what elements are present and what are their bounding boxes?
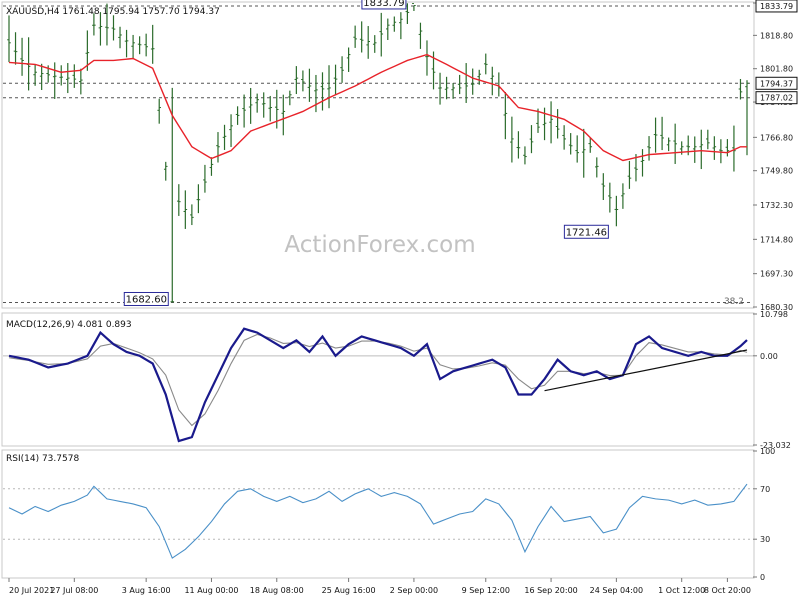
rsi-tick-label: 70 [760,485,770,494]
price-tick-label: 1766.80 [760,133,793,142]
macd-tick-label: 0.00 [760,352,778,361]
watermark: ActionForex.com [284,232,475,258]
x-tick-label: 3 Aug 16:00 [122,586,171,595]
x-tick-label: 2 Sep 00:00 [390,586,438,595]
chart-container: ActionForex.com 1833.79 1682.60 1721.46 18… [0,0,800,600]
price-tick-label: 1801.80 [760,65,793,74]
price-tag-label: 1833.79 [760,2,793,11]
price-tick-label: 1749.80 [760,167,793,176]
annotation-label: 1721.46 [566,227,607,238]
chart-svg: ActionForex.com 1833.79 1682.60 1721.46 18… [0,0,800,600]
price-tick-label: 1697.30 [760,270,793,279]
x-tick-label: 8 Oct 20:00 [704,586,751,595]
rsi-tick-label: 0 [760,573,765,582]
x-tick-label: 16 Sep 20:00 [524,586,577,595]
x-tick-label: 24 Sep 04:00 [590,586,643,595]
macd-tick-label: 10.798 [760,310,788,319]
x-tick-label: 11 Aug 00:00 [184,586,238,595]
price-tick-label: 1818.80 [760,31,793,40]
price-tick-label: 1714.80 [760,235,793,244]
annotation-label: 1682.60 [126,294,167,305]
x-tick-label: 25 Aug 16:00 [322,586,376,595]
annotation-label: 1833.79 [363,0,404,9]
rsi-tick-label: 30 [760,535,770,544]
x-tick-label: 1 Oct 12:00 [658,586,705,595]
price-tick-label: 1732.30 [760,201,793,210]
x-tick-label: 27 Jul 08:00 [50,586,98,595]
x-tick-label: 18 Aug 08:00 [250,586,304,595]
rsi-tick-label: 100 [760,447,775,456]
price-tag-label: 1794.37 [760,79,793,88]
x-tick-label: 20 Jul 2021 [9,586,54,595]
rsi-header: RSI(14) 73.7578 [6,454,79,464]
level-note: 38.2 [724,297,744,307]
price-header: XAUUSD,H4 1761.48 1795.94 1757.70 1794.3… [6,7,220,17]
watermark-text: ActionForex.com [284,232,475,258]
macd-header: MACD(12,26,9) 4.081 0.893 [6,320,132,330]
x-tick-label: 9 Sep 12:00 [462,586,510,595]
price-tag-label: 1787.02 [760,94,793,103]
